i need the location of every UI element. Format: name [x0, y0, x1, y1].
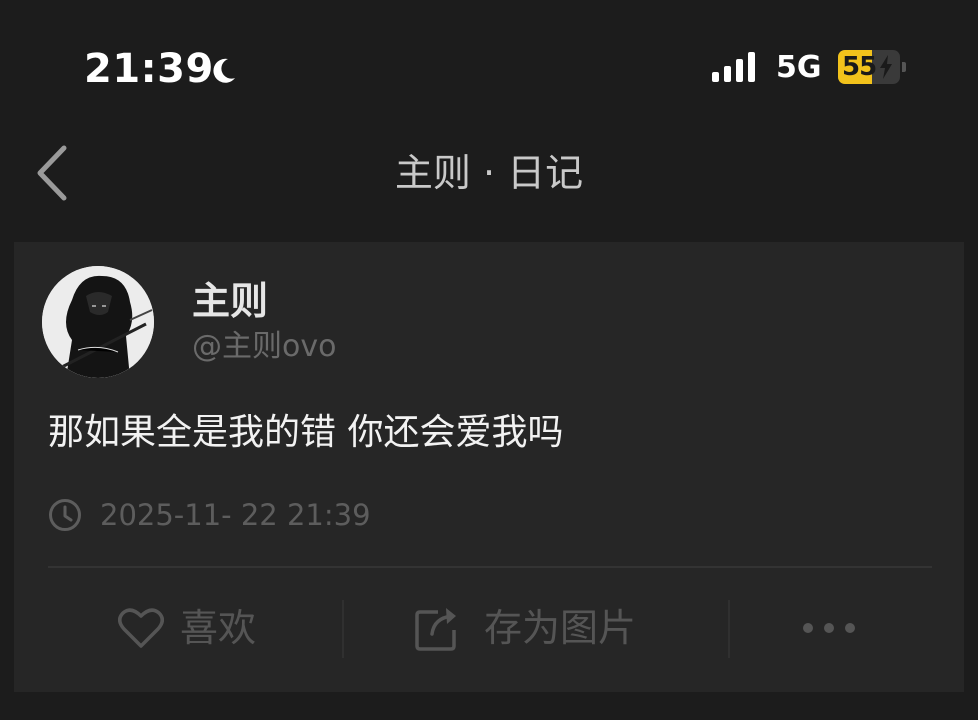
network-type: 5G — [776, 50, 822, 85]
battery-level: 55 — [842, 52, 877, 82]
more-dots-icon[interactable] — [800, 614, 858, 642]
save-image-label: 存为图片 — [484, 606, 637, 650]
charging-bolt-icon — [880, 55, 892, 79]
share-icon — [415, 608, 456, 651]
battery-nub — [902, 62, 906, 72]
status-time: 21:39 — [84, 46, 214, 92]
save-image-button[interactable]: 存为图片 — [414, 592, 664, 664]
page-title: 主则 · 日记 — [394, 151, 584, 195]
battery-indicator: 55 — [838, 50, 900, 84]
like-label: 喜欢 — [180, 606, 257, 650]
action-separator — [342, 600, 344, 658]
action-bar: 喜欢 存为图片 — [14, 592, 964, 664]
action-separator — [728, 600, 730, 658]
post-timestamp: 2025-11- 22 21:39 — [100, 498, 371, 532]
avatar-illustration — [42, 266, 154, 378]
moon-icon — [213, 58, 235, 83]
like-button[interactable]: 喜欢 — [114, 592, 274, 664]
author-name[interactable]: 主则 — [192, 278, 268, 324]
post-content: 那如果全是我的错 你还会爱我吗 — [48, 412, 564, 453]
clock-icon — [49, 499, 81, 531]
avatar[interactable] — [42, 266, 154, 378]
divider — [48, 566, 932, 568]
author-handle: @主则ovo — [192, 329, 337, 364]
app-screen: 21:39 5G 55 主则 · 日记 主则 @主则ovo 那如果全是我的错 你… — [0, 0, 978, 720]
signal-icon — [712, 52, 755, 82]
heart-icon — [118, 608, 164, 648]
status-bar: 21:39 5G 55 — [0, 0, 978, 120]
post-card: 主则 @主则ovo 那如果全是我的错 你还会爱我吗 2025-11- 22 21… — [14, 242, 964, 692]
